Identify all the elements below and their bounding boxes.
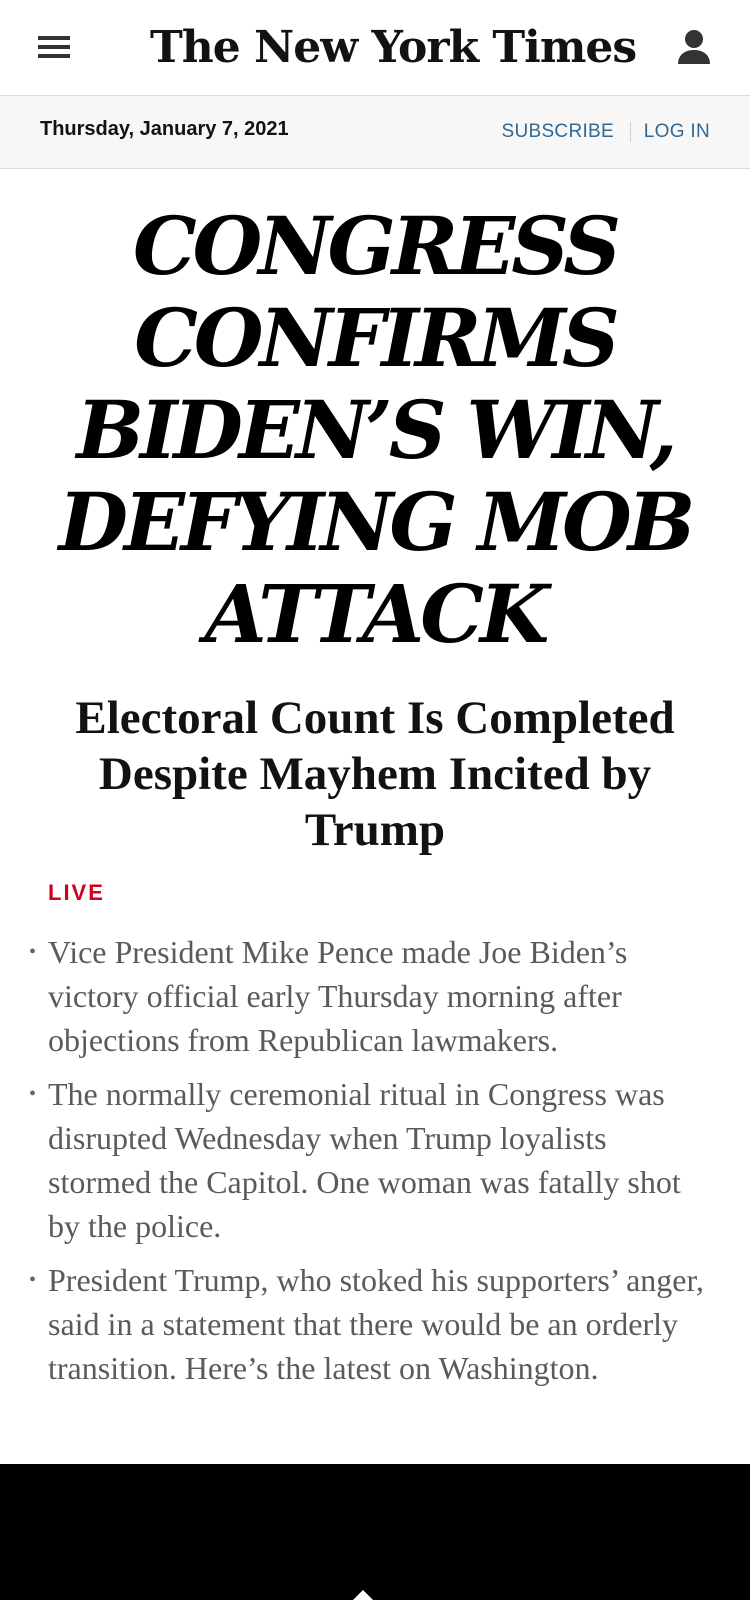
summary-item-text: Vice President Mike Pence made Joe Biden…: [48, 934, 628, 1058]
triangle-icon: [351, 1590, 375, 1600]
summary-item[interactable]: • Vice President Mike Pence made Joe Bid…: [0, 930, 750, 1062]
menu-icon[interactable]: [38, 36, 70, 60]
live-badge: LIVE: [48, 880, 105, 905]
bullet-icon: •: [29, 941, 37, 963]
bullet-icon: •: [29, 1083, 37, 1105]
summary-list: • Vice President Mike Pence made Joe Bid…: [0, 930, 750, 1400]
current-date: Thursday, January 7, 2021: [40, 118, 289, 140]
login-link[interactable]: LOG IN: [644, 121, 710, 143]
top-navigation-bar: The New York Times: [0, 0, 750, 96]
bullet-icon: •: [29, 1269, 37, 1291]
summary-item-text: President Trump, who stoked his supporte…: [48, 1262, 704, 1386]
summary-item[interactable]: • President Trump, who stoked his suppor…: [0, 1258, 750, 1390]
nyt-logo[interactable]: The New York Times: [150, 18, 637, 78]
subscribe-link[interactable]: SUBSCRIBE: [501, 121, 614, 143]
summary-item[interactable]: • The normally ceremonial ritual in Cong…: [0, 1072, 750, 1248]
main-headline[interactable]: CONGRESS CONFIRMS BIDEN’S WIN, DEFYING M…: [30, 200, 720, 660]
user-icon[interactable]: [676, 28, 712, 68]
divider: [630, 122, 631, 142]
summary-item-text: The normally ceremonial ritual in Congre…: [48, 1076, 681, 1244]
media-section: [0, 1464, 750, 1600]
date-and-account-bar: Thursday, January 7, 2021 SUBSCRIBE LOG …: [0, 96, 750, 169]
subheadline[interactable]: Electoral Count Is Completed Despite May…: [40, 690, 710, 858]
